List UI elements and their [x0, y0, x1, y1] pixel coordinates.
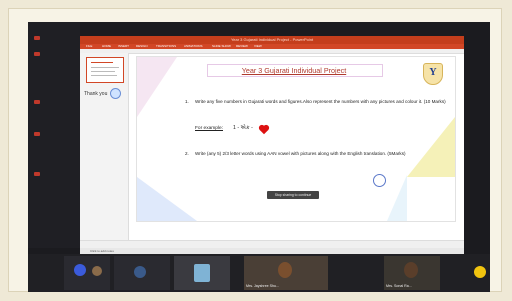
video-feed [404, 262, 418, 278]
participant-tile[interactable] [114, 256, 170, 290]
avatar [92, 266, 102, 276]
smiley-icon [373, 174, 386, 187]
video-feed [194, 264, 210, 282]
thumb-line [91, 67, 119, 68]
rail-icon[interactable] [34, 100, 40, 104]
example-label: For example: [195, 126, 223, 131]
powerpoint-window: Year 3 Gujarati Individual Project - Pow… [80, 36, 464, 249]
participant-strip: Mrs. Jayshree Shu... Mrs. Sonal Ra... [28, 254, 490, 292]
window-title: Year 3 Gujarati Individual Project - Pow… [230, 37, 314, 42]
thumb-line [91, 75, 117, 76]
item-text: Write (any 5) 2/3 letter words using AAN… [195, 151, 406, 156]
item-number: 1. [185, 99, 189, 104]
rail-icon[interactable] [34, 172, 40, 176]
item-number: 2. [185, 151, 189, 156]
participant-tile[interactable] [174, 256, 230, 290]
participant-tile[interactable]: Mrs. Sonal Ra... [384, 256, 440, 290]
school-logo: Y [423, 63, 443, 85]
participant-tile[interactable]: Mrs. Jayshree Shu... [244, 256, 328, 290]
participant-tile[interactable] [64, 256, 110, 290]
thumbnail-caption: Thank you [84, 91, 108, 97]
decor-triangle [407, 117, 455, 177]
left-toolbar [28, 22, 80, 248]
avatar [134, 266, 146, 278]
avatar[interactable] [474, 266, 486, 278]
decor-triangle [387, 175, 407, 221]
monitor-screen: Year 3 Gujarati Individual Project - Pow… [28, 22, 490, 292]
rail-icon[interactable] [34, 36, 40, 40]
item-text: Write any five numbers in Gujarati words… [195, 99, 446, 104]
share-notification[interactable]: Stop sharing to continue [267, 191, 319, 199]
right-panel [464, 22, 490, 254]
slide-thumbnail[interactable] [86, 57, 124, 83]
window-titlebar: Year 3 Gujarati Individual Project - Pow… [80, 36, 464, 44]
participant-name: Mrs. Jayshree Shu... [246, 284, 279, 288]
thumb-title-line [91, 62, 113, 63]
decor-triangle [137, 177, 197, 221]
example-value: 1 - એક - [233, 125, 253, 131]
rail-icon[interactable] [34, 52, 40, 56]
video-feed [278, 262, 292, 278]
thumb-line [91, 71, 115, 72]
ribbon-toolbar[interactable] [80, 49, 464, 54]
slide-title: Year 3 Gujarati Individual Project [241, 66, 347, 75]
heart-icon [259, 125, 269, 135]
slide-canvas[interactable]: Year 3 Gujarati Individual Project Y 1. … [136, 56, 456, 222]
rail-icon[interactable] [34, 132, 40, 136]
slide-thumbnails-pane: Thank you [80, 53, 129, 240]
smiley-icon [110, 88, 121, 99]
participant-name: Mrs. Sonal Ra... [386, 284, 412, 288]
avatar [74, 264, 86, 276]
decor-triangle [137, 57, 177, 117]
logo-letter: Y [429, 67, 437, 78]
